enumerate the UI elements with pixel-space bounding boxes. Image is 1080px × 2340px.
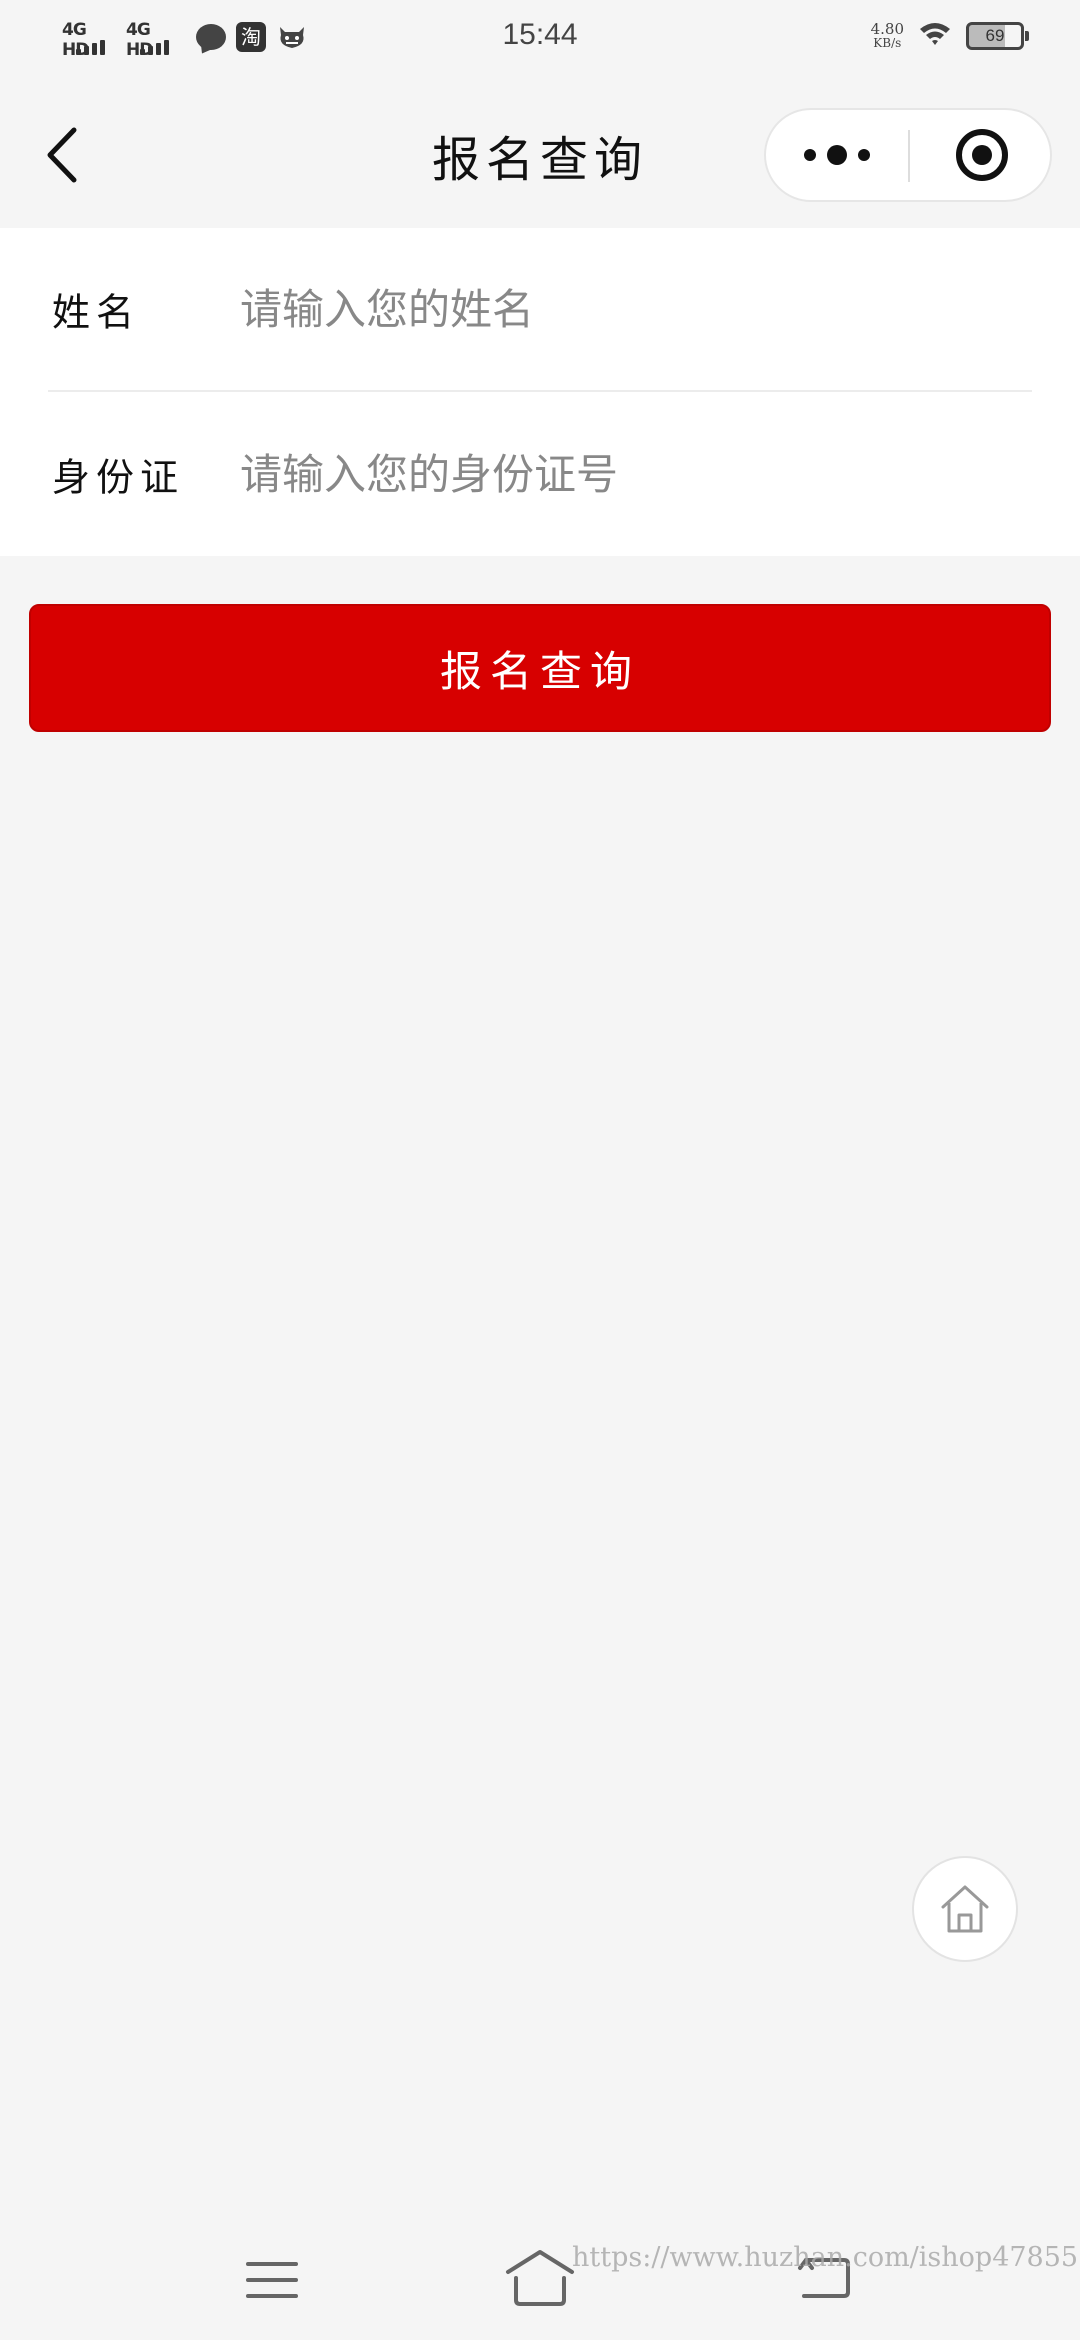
watermark-url: https://www.huzhan.com/ishop47855 xyxy=(572,2242,1079,2273)
miniprogram-capsule xyxy=(764,108,1052,202)
home-icon xyxy=(941,1885,989,1933)
network-speed-unit: KB/s xyxy=(873,36,902,50)
system-home-button[interactable] xyxy=(504,2248,576,2308)
menu-icon xyxy=(246,2262,298,2298)
target-close-icon xyxy=(956,129,1008,181)
battery-icon: 69 xyxy=(966,22,1029,50)
name-label: 姓名 xyxy=(52,290,141,335)
close-button[interactable] xyxy=(912,110,1052,200)
network-speed-value: 4.80 xyxy=(870,20,904,38)
status-bar: 4G HD 4G HD 淘 15:44 4.80 KB/s xyxy=(0,0,1080,80)
back-button[interactable] xyxy=(40,120,92,190)
status-right: 4.80 KB/s 69 xyxy=(870,20,1029,52)
navigation-bar: 报名查询 xyxy=(0,80,1080,228)
query-form: 姓名 身份证 xyxy=(0,228,1080,556)
id-row: 身份证 xyxy=(48,392,1032,556)
home-float-button[interactable] xyxy=(912,1856,1018,1962)
name-input[interactable] xyxy=(240,269,1020,349)
more-dots-icon xyxy=(804,145,870,165)
chevron-left-icon xyxy=(47,127,77,183)
wifi-icon xyxy=(918,20,952,52)
system-navigation-bar xyxy=(0,2220,1080,2340)
network-speed: 4.80 KB/s xyxy=(870,20,904,51)
id-number-input[interactable] xyxy=(240,434,1020,514)
name-row: 姓名 xyxy=(48,228,1032,392)
system-menu-button[interactable] xyxy=(244,2256,300,2304)
id-label: 身份证 xyxy=(52,455,185,500)
query-submit-button[interactable]: 报名查询 xyxy=(29,604,1051,732)
home-outline-icon xyxy=(506,2250,574,2306)
more-button[interactable] xyxy=(766,110,908,200)
capsule-divider xyxy=(908,130,910,182)
